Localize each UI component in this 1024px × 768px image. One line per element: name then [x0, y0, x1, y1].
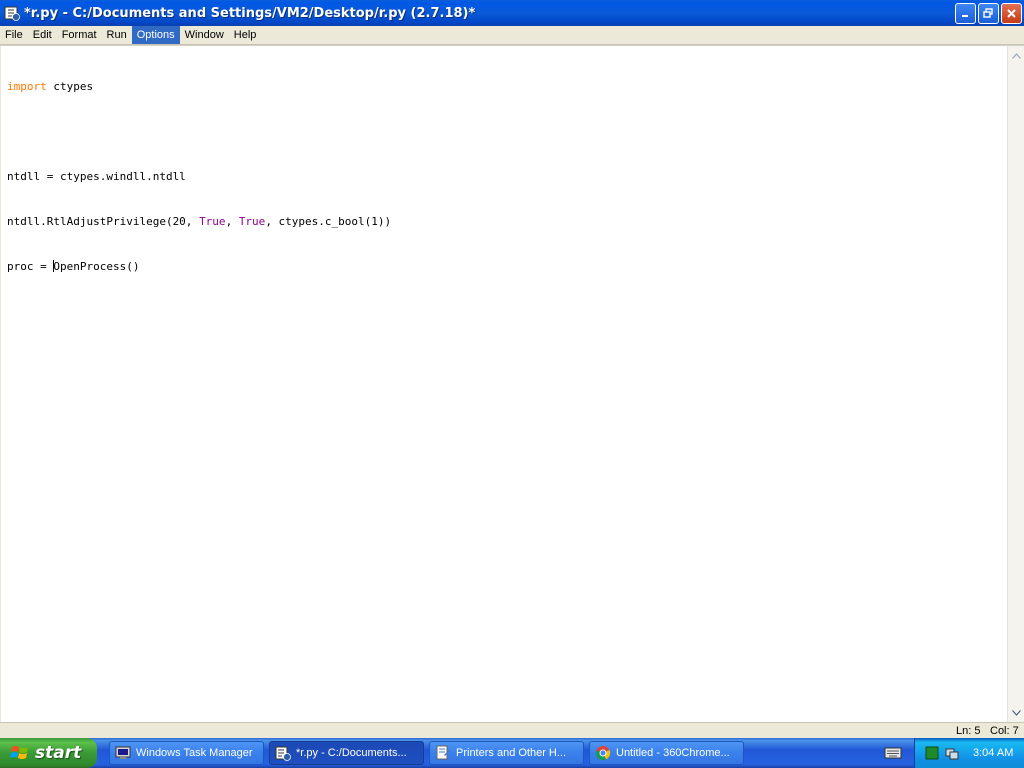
taskbar-item-label: Untitled - 360Chrome...	[616, 747, 730, 759]
scroll-down-icon	[1012, 709, 1021, 716]
code-editor[interactable]: import ctypes ntdll = ctypes.windll.ntdl…	[0, 46, 1007, 722]
minimize-button[interactable]	[955, 3, 976, 24]
task-manager-icon	[115, 745, 131, 761]
code-line: proc = OpenProcess()	[7, 259, 391, 274]
menu-format[interactable]: Format	[57, 26, 102, 44]
menu-window[interactable]: Window	[180, 26, 229, 44]
menu-bar: File Edit Format Run Options Window Help	[0, 26, 1024, 45]
taskbar-item-idle[interactable]: *r.py - C:/Documents...	[269, 741, 424, 765]
start-label: start	[35, 743, 82, 763]
clock[interactable]: 3:04 AM	[973, 747, 1013, 759]
menu-options[interactable]: Options	[131, 26, 180, 44]
code-token: ntdll = ctypes.windll.ntdll	[7, 170, 186, 183]
menu-help[interactable]: Help	[229, 26, 262, 44]
taskbar-item-browser[interactable]: Untitled - 360Chrome...	[589, 741, 744, 765]
scroll-up-button[interactable]	[1009, 48, 1024, 63]
keyword-import: import	[7, 80, 47, 93]
green-tray-icon[interactable]	[925, 746, 939, 760]
code-text: import ctypes ntdll = ctypes.windll.ntdl…	[7, 49, 391, 304]
vertical-scrollbar[interactable]	[1007, 46, 1024, 722]
scroll-down-button[interactable]	[1009, 705, 1024, 720]
title-bar[interactable]: *r.py - C:/Documents and Settings/VM2/De…	[0, 0, 1024, 26]
menu-file[interactable]: File	[0, 26, 28, 44]
taskbar-item-printers[interactable]: Printers and Other H...	[429, 741, 584, 765]
code-line: import ctypes	[7, 79, 391, 94]
system-tray: 3:04 AM	[914, 738, 1024, 768]
status-column-number: Col: 7	[990, 725, 1019, 737]
taskbar-item-label: Windows Task Manager	[136, 747, 253, 759]
code-token: ,	[225, 215, 239, 228]
menu-run[interactable]: Run	[102, 26, 132, 44]
builtin-true: True	[238, 215, 266, 228]
taskbar-item-task-manager[interactable]: Windows Task Manager	[109, 741, 264, 765]
code-token: ctypes	[46, 80, 94, 93]
status-line-number: Ln: 5	[956, 725, 981, 737]
code-token: proc =	[7, 260, 54, 273]
python-idle-icon	[4, 5, 20, 21]
restore-icon	[983, 8, 993, 18]
windows-logo-icon	[10, 746, 28, 759]
start-button[interactable]: start	[0, 738, 97, 768]
idle-icon	[275, 745, 291, 761]
taskbar-item-label: *r.py - C:/Documents...	[296, 747, 407, 759]
taskbar-item-label: Printers and Other H...	[456, 747, 567, 759]
code-token: ntdll.RtlAdjustPrivilege(20,	[7, 215, 200, 228]
code-line: ntdll = ctypes.windll.ntdll	[7, 169, 391, 184]
scroll-up-icon	[1012, 52, 1021, 59]
code-line: ntdll.RtlAdjustPrivilege(20, True, True,…	[7, 214, 391, 229]
minimize-icon	[962, 15, 968, 17]
keyboard-icon[interactable]	[884, 746, 902, 760]
window-title: *r.py - C:/Documents and Settings/VM2/De…	[24, 5, 476, 21]
status-bar: Ln: 5 Col: 7	[0, 722, 1024, 739]
close-button[interactable]	[1001, 3, 1022, 24]
code-token: , ctypes.c_bool(1))	[265, 215, 392, 228]
network-icon[interactable]	[945, 746, 959, 760]
restore-button[interactable]	[978, 3, 999, 24]
builtin-true: True	[199, 215, 226, 228]
menu-edit[interactable]: Edit	[28, 26, 57, 44]
code-token: OpenProcess()	[53, 260, 140, 273]
close-icon	[1007, 9, 1016, 18]
taskbar: start Windows Task Manager *r.py - C:/Do…	[0, 738, 1024, 768]
browser-icon	[595, 745, 611, 761]
printer-icon	[435, 745, 451, 761]
